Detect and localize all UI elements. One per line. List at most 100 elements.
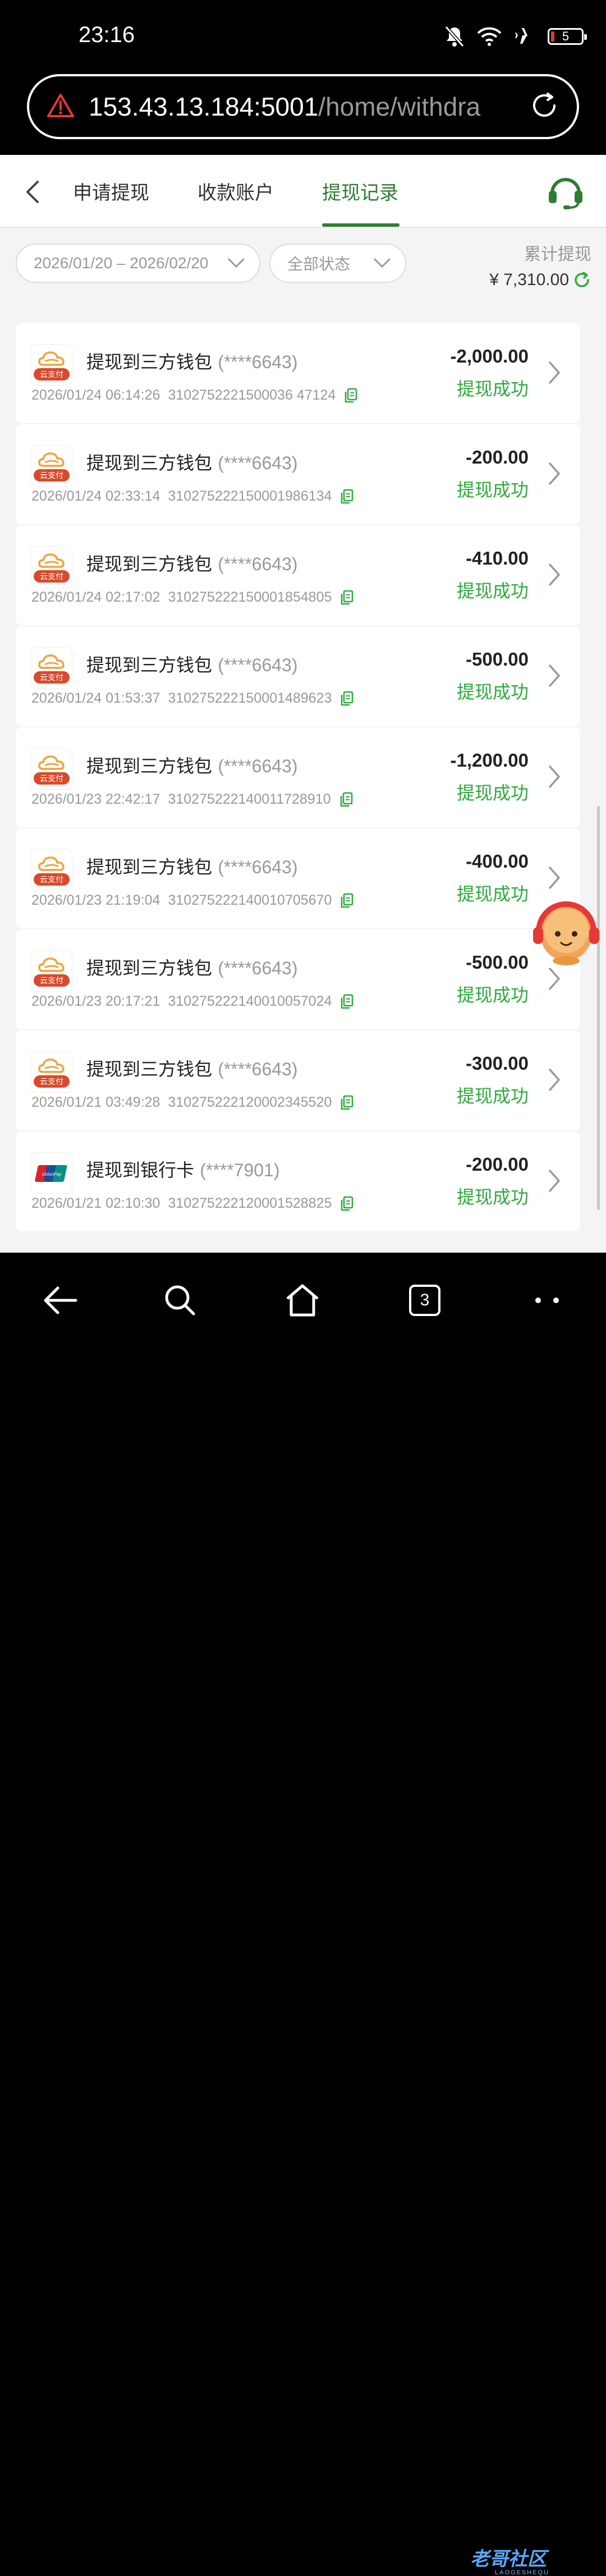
- record-order-number: 310275222120002345520: [168, 1094, 332, 1110]
- record-amount: -2,000.00: [450, 346, 529, 366]
- assistant-mascot[interactable]: [531, 897, 602, 966]
- record-title: 提现到三方钱包 (****6643): [86, 752, 298, 778]
- nav-home-button[interactable]: [277, 1275, 328, 1326]
- customer-service-button[interactable]: [547, 174, 585, 210]
- battery-indicator: 5: [548, 28, 587, 45]
- withdraw-record-card[interactable]: 云支付 提现到三方钱包 (****6643) 2026/01/24 02:33:…: [16, 424, 580, 524]
- record-status: 提现成功: [456, 1186, 529, 1208]
- copy-icon[interactable]: [339, 489, 354, 505]
- record-title-text: 提现到三方钱包: [86, 351, 213, 373]
- chevron-right-icon[interactable]: [548, 461, 561, 488]
- copy-icon[interactable]: [339, 691, 354, 707]
- date-range-filter[interactable]: 2026/01/20 – 2026/02/20: [16, 244, 260, 283]
- search-icon: [165, 1285, 195, 1315]
- record-meta: 2026/01/24 02:33:14 31027522215000198613…: [31, 488, 354, 505]
- record-order-number: 310275222140010057024: [168, 993, 332, 1009]
- watermark-subtext: LAOGESHEQU: [495, 2569, 550, 2576]
- record-title: 提现到三方钱包 (****6643): [86, 550, 298, 576]
- cloudpay-logo-icon: 云支付: [34, 1058, 70, 1088]
- nav-search-button[interactable]: [155, 1275, 205, 1326]
- record-status: 提现成功: [456, 580, 529, 602]
- payment-channel-logo: 云支付: [31, 547, 72, 587]
- chevron-right-icon[interactable]: [548, 1067, 561, 1094]
- tab-apply-withdraw[interactable]: 申请提现: [73, 177, 149, 205]
- chevron-right-icon[interactable]: [548, 865, 561, 892]
- total-withdrawn-label: 累计提现: [524, 245, 591, 264]
- record-order-number: 310275222150001986134: [168, 488, 332, 504]
- record-amount: -410.00: [466, 548, 529, 569]
- svg-text:云支付: 云支付: [40, 471, 63, 480]
- active-tab-indicator: [322, 223, 400, 227]
- chevron-right-icon[interactable]: [548, 562, 561, 589]
- url-host: 153.43.13.184:5001: [89, 92, 319, 121]
- payment-channel-logo: 云支付: [31, 648, 72, 688]
- withdraw-record-card[interactable]: UnionPay 提现到银行卡 (****7901) 2026/01/21 02…: [16, 1131, 580, 1231]
- reload-icon[interactable]: [527, 89, 561, 125]
- scrollbar[interactable]: [597, 806, 600, 1210]
- record-order-number: 310275222140011728910: [168, 791, 331, 807]
- copy-icon[interactable]: [343, 388, 358, 404]
- watermark: 老哥社区: [470, 2543, 547, 2571]
- url-text[interactable]: 153.43.13.184:5001/home/withdra: [89, 91, 504, 122]
- record-status: 提现成功: [456, 984, 529, 1006]
- record-title-text: 提现到三方钱包: [86, 553, 213, 575]
- record-meta: 2026/01/24 06:14:26 3102752221500036 471…: [31, 387, 358, 404]
- copy-icon[interactable]: [339, 590, 354, 606]
- record-title-text: 提现到银行卡: [86, 1159, 195, 1181]
- chevron-right-icon[interactable]: [548, 764, 561, 791]
- withdraw-record-card[interactable]: 云支付 提现到三方钱包 (****6643) 2026/01/24 06:14:…: [16, 323, 580, 423]
- payment-channel-logo: 云支付: [31, 850, 72, 890]
- cloudpay-logo-icon: 云支付: [34, 553, 70, 583]
- chevron-right-icon[interactable]: [548, 1168, 561, 1195]
- status-bar: 23:16 5: [0, 0, 606, 73]
- withdraw-record-card[interactable]: 云支付 提现到三方钱包 (****6643) 2026/01/23 22:42:…: [16, 727, 580, 827]
- record-status: 提现成功: [456, 681, 529, 703]
- address-bar[interactable]: 153.43.13.184:5001/home/withdra: [27, 74, 579, 139]
- record-title: 提现到三方钱包 (****6643): [86, 651, 298, 677]
- cloudpay-logo-icon: 云支付: [34, 755, 70, 785]
- copy-icon[interactable]: [339, 1196, 354, 1212]
- record-title-text: 提现到三方钱包: [86, 452, 213, 474]
- cloudpay-logo-icon: 云支付: [34, 452, 70, 482]
- record-status: 提现成功: [456, 883, 529, 905]
- cloudpay-logo-icon: 云支付: [34, 856, 70, 886]
- total-withdrawn-amount: ¥ 7,310.00: [489, 271, 569, 289]
- record-meta: 2026/01/21 02:10:30 31027522212000152882…: [31, 1195, 354, 1212]
- copy-icon[interactable]: [339, 893, 354, 909]
- record-amount: -300.00: [466, 1053, 529, 1074]
- tab-receiving-account[interactable]: 收款账户: [198, 177, 274, 205]
- record-meta: 2026/01/21 03:49:28 31027522212000234552…: [31, 1094, 354, 1111]
- record-meta: 2026/01/24 01:53:37 31027522215000148962…: [31, 690, 354, 707]
- copy-icon[interactable]: [339, 994, 354, 1010]
- record-account: (****6643): [218, 554, 298, 574]
- filter-row: 2026/01/20 – 2026/02/20 全部状态: [0, 228, 606, 312]
- nav-menu-button[interactable]: [522, 1275, 572, 1326]
- payment-channel-logo: UnionPay: [31, 1153, 72, 1193]
- withdraw-record-card[interactable]: 云支付 提现到三方钱包 (****6643) 2026/01/23 20:17:…: [16, 929, 580, 1029]
- chevron-right-icon[interactable]: [548, 663, 561, 690]
- tab-withdraw-records[interactable]: 提现记录: [322, 177, 398, 205]
- record-order-number: 310275222120001528825: [168, 1195, 332, 1211]
- withdraw-record-card[interactable]: 云支付 提现到三方钱包 (****6643) 2026/01/21 03:49:…: [16, 1030, 580, 1130]
- payment-channel-logo: 云支付: [31, 345, 72, 385]
- withdraw-record-card[interactable]: 云支付 提现到三方钱包 (****6643) 2026/01/23 21:19:…: [16, 828, 580, 928]
- record-title: 提现到三方钱包 (****6643): [86, 954, 298, 980]
- payment-channel-logo: 云支付: [31, 446, 72, 486]
- copy-icon[interactable]: [339, 1095, 354, 1111]
- payment-channel-logo: 云支付: [31, 749, 72, 789]
- record-order-number: 310275222150001854805: [168, 589, 332, 605]
- nav-back-button[interactable]: [35, 1275, 85, 1326]
- copy-icon[interactable]: [339, 792, 354, 808]
- withdraw-record-card[interactable]: 云支付 提现到三方钱包 (****6643) 2026/01/24 02:17:…: [16, 525, 580, 625]
- withdraw-record-card[interactable]: 云支付 提现到三方钱包 (****6643) 2026/01/24 01:53:…: [16, 626, 580, 726]
- chevron-right-icon[interactable]: [548, 966, 561, 993]
- refresh-icon[interactable]: [572, 271, 591, 292]
- record-order-number: 3102752221500036 47124: [168, 387, 336, 403]
- nav-tabs-button[interactable]: 3: [400, 1275, 450, 1326]
- status-filter[interactable]: 全部状态: [269, 244, 406, 283]
- record-time: 2026/01/24 06:14:26: [31, 387, 160, 403]
- chevron-right-icon[interactable]: [548, 360, 561, 387]
- not-secure-warning-icon[interactable]: [47, 93, 74, 120]
- back-button[interactable]: [16, 175, 49, 209]
- home-icon: [286, 1284, 319, 1317]
